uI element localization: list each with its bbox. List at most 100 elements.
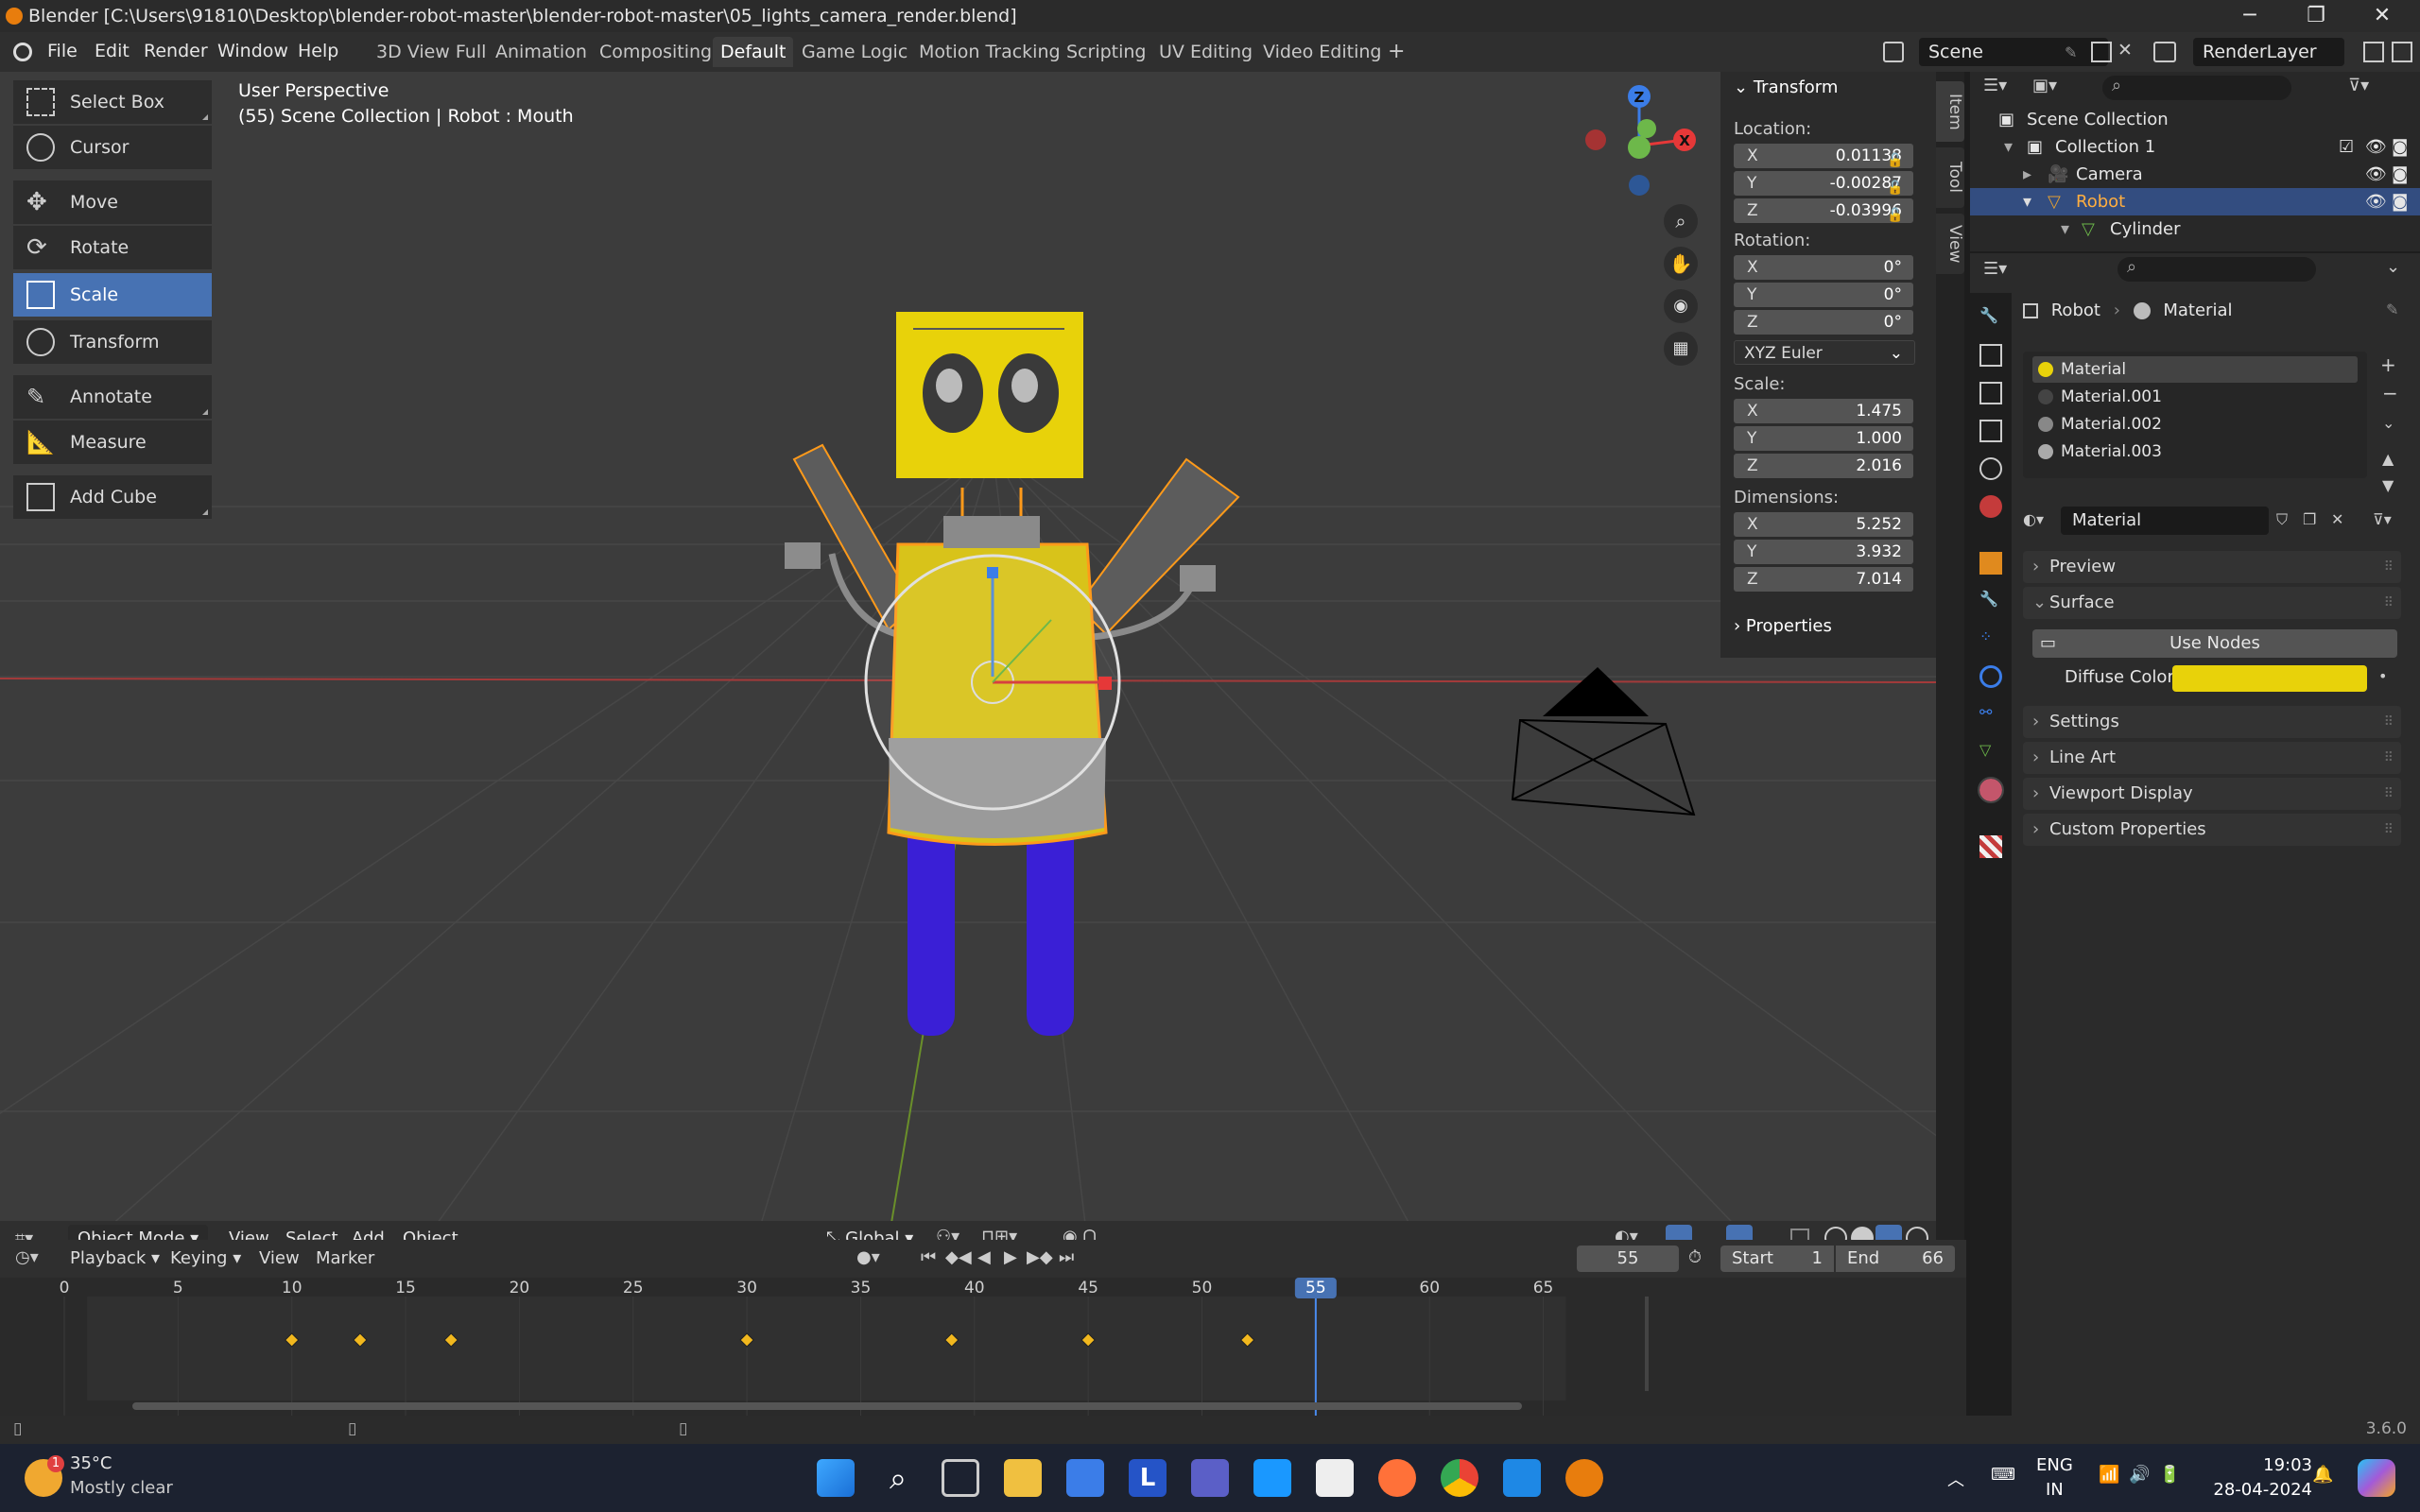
options-chevron-icon[interactable]: ⌄ <box>2386 257 2400 277</box>
add-slot-button[interactable]: + <box>2380 353 2396 376</box>
wifi-icon[interactable]: 📶 <box>2099 1465 2119 1485</box>
tab-animation[interactable]: Animation <box>488 37 595 67</box>
chrome-icon[interactable] <box>1441 1459 1478 1497</box>
modifier-tab-icon[interactable]: 🔧 <box>1979 590 2002 612</box>
checkbox-icon[interactable]: ☑ <box>2339 133 2354 161</box>
material-slot-2[interactable]: Material.002 <box>2032 411 2358 438</box>
dimensions-y-field[interactable]: Y 3.932 <box>1734 540 1913 564</box>
section-viewport-display[interactable]: › Viewport Display ⠿ <box>2023 778 2401 810</box>
file-explorer-icon[interactable] <box>1004 1459 1042 1497</box>
section-line-art[interactable]: › Line Art ⠿ <box>2023 742 2401 774</box>
transform-header[interactable]: ⌄ Transform <box>1734 77 1838 97</box>
tab-view[interactable]: View <box>1936 214 1964 274</box>
tool-rotate[interactable]: ⟳ Rotate <box>13 226 212 269</box>
scale-x-field[interactable]: X 1.475 <box>1734 399 1913 423</box>
tab-motion-tracking[interactable]: Motion Tracking <box>911 37 1068 67</box>
tab-3d-view-full[interactable]: 3D View Full <box>369 37 493 67</box>
play-reverse-button[interactable]: ◀ <box>977 1247 991 1267</box>
material-tab-icon[interactable] <box>1978 777 2004 803</box>
clock[interactable]: 19:03 28-04-2024 <box>2208 1453 2312 1503</box>
section-surface[interactable]: ⌄ Surface ⠿ <box>2023 587 2401 619</box>
tab-item[interactable]: Item <box>1936 81 1964 142</box>
keyframe-dot-icon[interactable]: • <box>2378 667 2387 685</box>
play-button[interactable]: ▶ <box>1004 1247 1017 1267</box>
zoom-icon[interactable]: ⌕ <box>1664 204 1698 238</box>
particles-tab-icon[interactable]: ⁘ <box>1979 627 2002 650</box>
keyboard-icon[interactable]: ⌨ <box>1991 1465 2015 1485</box>
expand-arrow-icon[interactable]: ▸ <box>2023 161 2031 188</box>
physics-tab-icon[interactable] <box>1979 665 2002 688</box>
pin-icon[interactable]: ✎ <box>2065 43 2077 61</box>
diffuse-color-swatch[interactable] <box>2172 665 2367 692</box>
material-name-field[interactable]: Material <box>2061 507 2269 535</box>
minimize-button[interactable]: ─ <box>2221 0 2278 32</box>
maximize-button[interactable]: ❐ <box>2288 0 2344 32</box>
jump-start-button[interactable]: ⏮ <box>921 1247 936 1267</box>
battery-icon[interactable]: 🔋 <box>2159 1465 2180 1485</box>
tool-move[interactable]: ✥ Move <box>13 180 212 224</box>
preview-range-icon[interactable]: ⏱ <box>1688 1247 1702 1267</box>
lock-icon[interactable]: 🔓 <box>1887 202 1903 230</box>
menu-file[interactable]: File <box>47 41 78 61</box>
language-indicator[interactable]: ENG IN <box>2036 1453 2073 1503</box>
eye-icon[interactable]: 👁 <box>2365 161 2387 188</box>
display-mode-icon[interactable]: ▣▾ <box>2032 76 2057 95</box>
view-layer-tab-icon[interactable] <box>1979 420 2002 442</box>
filter-icon[interactable]: ⊽▾ <box>2348 76 2369 95</box>
tool-scale[interactable]: Scale <box>13 273 212 317</box>
search-icon[interactable]: ⌕ <box>879 1459 917 1497</box>
slot-menu-icon[interactable]: ⌄ <box>2382 414 2394 432</box>
outliner-row-collection-1[interactable]: ▾ ▣ Collection 1 ☑ 👁 ◙ <box>1970 133 2420 161</box>
outliner-row-scene-collection[interactable]: ▣ Scene Collection <box>1970 106 2420 133</box>
start-frame-field[interactable]: Start 1 <box>1720 1246 1834 1272</box>
remove-slot-button[interactable]: − <box>2382 382 2398 404</box>
blender-menu-icon[interactable] <box>13 43 32 61</box>
outliner-search-input[interactable]: ⌕ <box>2102 76 2291 100</box>
constraints-tab-icon[interactable]: ⚯ <box>1979 703 2002 726</box>
timeline-menu-keying[interactable]: Keying ▾ <box>170 1248 241 1268</box>
menu-render[interactable]: Render <box>144 41 208 61</box>
move-up-icon[interactable]: ▲ <box>2382 450 2394 468</box>
task-view-icon[interactable] <box>942 1459 979 1497</box>
render-tab-icon[interactable] <box>1979 344 2002 367</box>
new-scene-icon[interactable] <box>2091 42 2112 62</box>
store-icon[interactable] <box>1066 1459 1104 1497</box>
pan-hand-icon[interactable]: ✋ <box>1664 247 1698 281</box>
firefox-icon[interactable] <box>1378 1459 1416 1497</box>
tool-measure[interactable]: 📐 Measure <box>13 421 212 464</box>
eye-icon[interactable]: 👁 <box>2365 188 2387 215</box>
outliner-row-cylinder[interactable]: ▾ ▽ Cylinder <box>1970 215 2420 243</box>
rotation-z-field[interactable]: Z 0° <box>1734 310 1913 335</box>
menu-edit[interactable]: Edit <box>95 41 130 61</box>
expand-arrow-icon[interactable]: ▾ <box>2004 133 2013 161</box>
notepad-icon[interactable] <box>1316 1459 1354 1497</box>
3d-viewport[interactable]: Z X Select Box Cursor ✥ Move ⟳ Rotate Sc… <box>0 72 1936 1240</box>
render-camera-icon[interactable]: ◙ <box>2392 188 2408 215</box>
notifications-bell-icon[interactable]: 🔔 <box>2312 1465 2333 1485</box>
copilot-icon[interactable] <box>2358 1459 2395 1497</box>
section-settings[interactable]: › Settings ⠿ <box>2023 706 2401 738</box>
object-tab-icon[interactable] <box>1979 552 2002 575</box>
world-tab-icon[interactable] <box>1979 495 2002 518</box>
lock-icon[interactable]: 🔓 <box>1887 175 1903 202</box>
l-app-icon[interactable]: L <box>1129 1459 1167 1497</box>
pin-icon[interactable]: ✎ <box>2386 301 2398 318</box>
tab-uv-editing[interactable]: UV Editing <box>1151 37 1260 67</box>
tab-tool[interactable]: Tool <box>1936 147 1964 208</box>
end-frame-field[interactable]: End 66 <box>1836 1246 1955 1272</box>
outliner-row-robot[interactable]: ▾ ▽ Robot 👁 ◙ <box>1970 188 2420 215</box>
menu-window[interactable]: Window <box>217 41 288 61</box>
render-camera-icon[interactable]: ◙ <box>2392 161 2408 188</box>
output-tab-icon[interactable] <box>1979 382 2002 404</box>
node-browse-icon[interactable]: ⊽▾ <box>2373 510 2392 528</box>
record-button[interactable]: ●▾ <box>856 1247 880 1267</box>
volume-icon[interactable]: 🔊 <box>2129 1465 2150 1485</box>
material-slot-3[interactable]: Material.003 <box>2032 438 2358 465</box>
rotation-y-field[interactable]: Y 0° <box>1734 283 1913 307</box>
tool-annotate[interactable]: ✎ Annotate <box>13 375 212 419</box>
timeline[interactable]: 0510152025303540455055606555 <box>0 1278 1966 1416</box>
timeline-menu-marker[interactable]: Marker <box>316 1248 374 1268</box>
show-hidden-icons[interactable]: ︿ <box>1947 1467 1964 1491</box>
teams-icon[interactable] <box>1191 1459 1229 1497</box>
add-workspace-button[interactable]: + <box>1380 37 1412 67</box>
